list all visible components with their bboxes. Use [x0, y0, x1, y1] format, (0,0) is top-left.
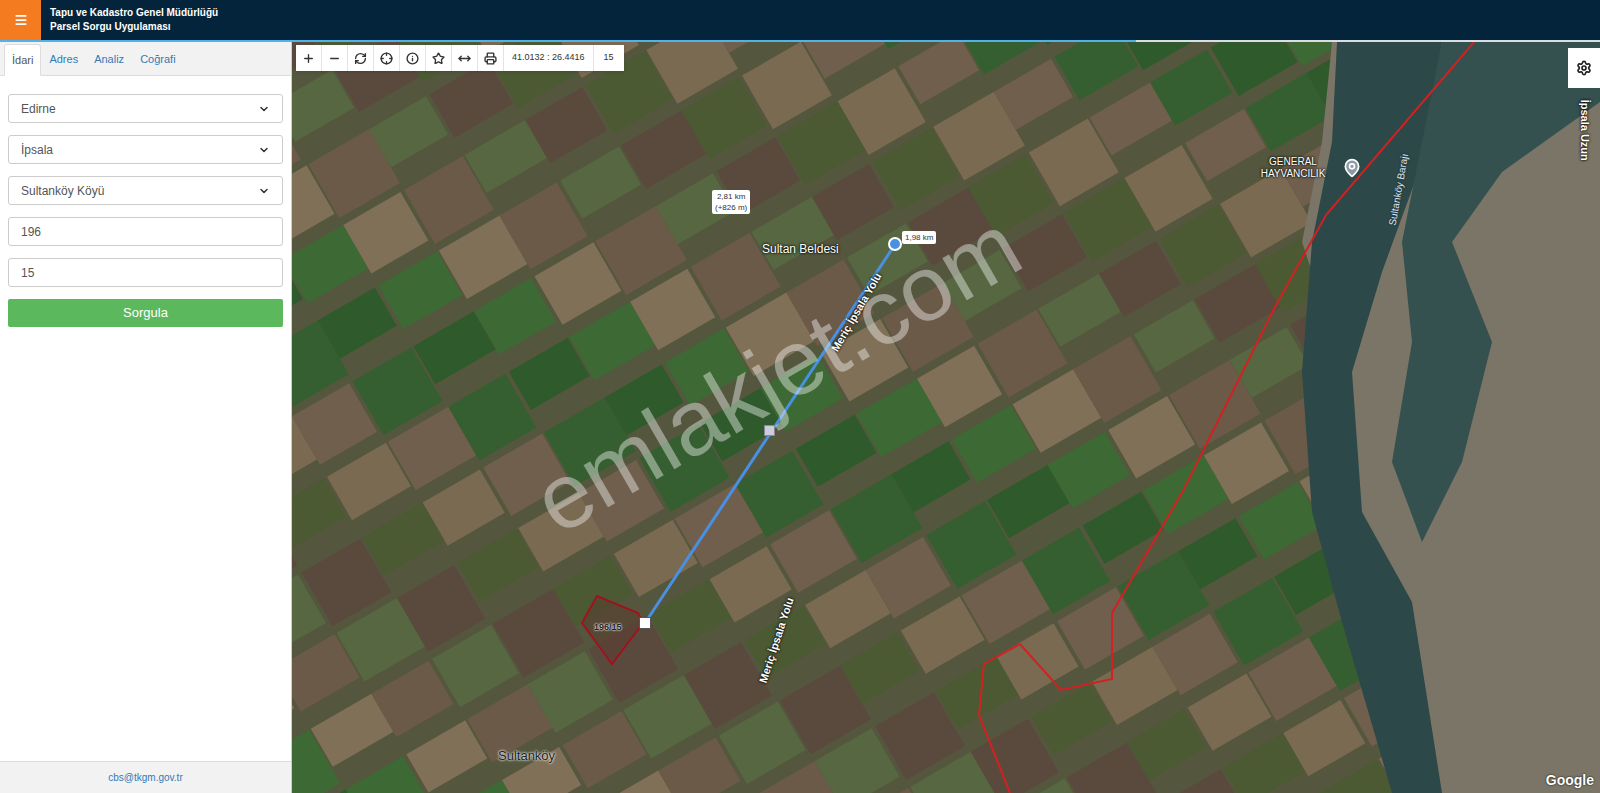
app-title: Tapu ve Kadastro Genel MüdürlüğüParsel S…	[41, 0, 218, 40]
measure-point[interactable]	[639, 617, 651, 629]
poi[interactable]: GENERAL HAYVANCILIK	[1248, 156, 1362, 180]
gear-icon	[1576, 60, 1592, 76]
zoom-in-icon	[302, 52, 315, 65]
attribution: Google	[1546, 770, 1594, 791]
print-icon	[484, 52, 497, 65]
map[interactable]: 41.0132 : 26.441615Sultan BeldesiMeriç İ…	[292, 42, 1600, 793]
locate-icon	[380, 52, 393, 65]
toolbar-button[interactable]	[426, 45, 452, 71]
footer: cbs@tkgm.gov.tr	[0, 761, 291, 793]
map-label: Sultan Beldesi	[762, 240, 839, 258]
star-icon	[432, 52, 445, 65]
pin-icon	[1342, 158, 1362, 178]
query-form: Edirne İpsala Sultanköy Köyü 196 15 Sorgula	[0, 76, 291, 327]
chevron-down-icon	[258, 144, 270, 156]
header: Tapu ve Kadastro Genel MüdürlüğüParsel S…	[0, 0, 1600, 40]
select-field[interactable]: İpsala	[8, 135, 283, 164]
info-icon	[406, 52, 419, 65]
body: İdariAdresAnalizCoğrafi Edirne İpsala Sulta…	[0, 42, 1600, 793]
text-input[interactable]: 196	[8, 217, 283, 246]
toolbar-button[interactable]	[452, 45, 478, 71]
measure-icon	[458, 52, 471, 65]
coordinates: 41.0132 : 26.4416	[504, 45, 594, 71]
refresh-icon	[354, 52, 367, 65]
zoom-out-icon	[328, 52, 341, 65]
map-label: İpsala Uzun	[1576, 100, 1593, 161]
tab[interactable]: Coğrafi	[132, 44, 183, 75]
tab[interactable]: İdari	[4, 44, 41, 76]
tab[interactable]: Analiz	[86, 44, 132, 75]
text-input[interactable]: 15	[8, 258, 283, 287]
query-button[interactable]: Sorgula	[8, 299, 283, 327]
map-label: Sultanköy	[498, 746, 555, 766]
toolbar-button[interactable]	[348, 45, 374, 71]
zoom-level: 15	[594, 45, 624, 71]
toolbar-button[interactable]	[296, 45, 322, 71]
parcel-label: 196/15	[594, 621, 622, 635]
measure-total: 2,81 km(+826 m)	[712, 190, 750, 214]
settings-button[interactable]	[1568, 48, 1600, 88]
app: Tapu ve Kadastro Genel MüdürlüğüParsel S…	[0, 0, 1600, 793]
tab-bar: İdariAdresAnalizCoğrafi	[0, 42, 291, 76]
toolbar-button[interactable]	[400, 45, 426, 71]
menu-icon	[14, 13, 28, 27]
toolbar-button[interactable]	[478, 45, 504, 71]
toolbar-button[interactable]	[322, 45, 348, 71]
chevron-down-icon	[258, 103, 270, 115]
chevron-down-icon	[258, 185, 270, 197]
select-field[interactable]: Edirne	[8, 94, 283, 123]
select-field[interactable]: Sultanköy Köyü	[8, 176, 283, 205]
toolbar-button[interactable]	[374, 45, 400, 71]
menu-button[interactable]	[0, 0, 41, 40]
map-toolbar: 41.0132 : 26.441615	[296, 45, 624, 71]
sidebar: İdariAdresAnalizCoğrafi Edirne İpsala Sulta…	[0, 42, 292, 793]
tab[interactable]: Adres	[41, 44, 86, 75]
